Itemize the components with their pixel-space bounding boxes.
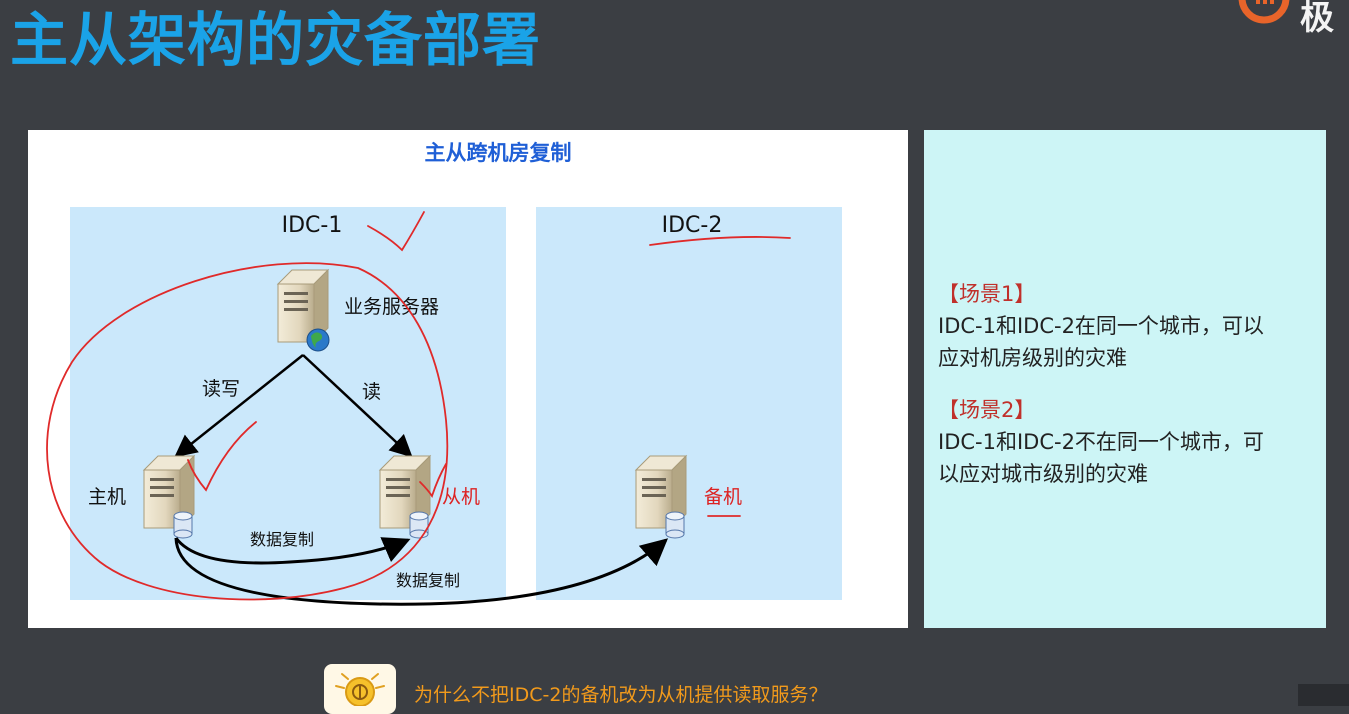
corner-block — [1298, 684, 1349, 706]
diagram-title: 主从跨机房复制 — [425, 141, 572, 165]
logo-text: 极 — [1300, 0, 1334, 38]
slave-server — [379, 455, 431, 539]
diagram-panel: 主从跨机房复制 IDC-1 IDC-2 业务服务器 读写 读 主机 从机 备机 … — [28, 130, 908, 628]
scene-1-line-2: 应对机房级别的灾难 — [938, 346, 1127, 370]
app-server-label: 业务服务器 — [344, 296, 439, 318]
idc1-label: IDC-1 — [282, 213, 343, 238]
replication-diagram: 主从跨机房复制 IDC-1 IDC-2 业务服务器 读写 读 主机 从机 备机 … — [46, 141, 842, 606]
lightbulb-icon — [324, 664, 396, 714]
backup-server — [635, 455, 687, 539]
scene-1-line-1: IDC-1和IDC-2在同一个城市，可以 — [938, 314, 1264, 338]
replication-label-1: 数据复制 — [250, 530, 314, 549]
scene-2: 【场景2】 IDC-1和IDC-2不在同一个城市，可 以应对城市级别的灾难 — [938, 394, 1318, 490]
logo-icon — [1238, 0, 1290, 24]
read-write-label: 读写 — [202, 378, 240, 400]
question-text: 为什么不把IDC-2的备机改为从机提供读取服务？ — [414, 684, 828, 706]
backup-label: 备机 — [704, 486, 742, 508]
scene-2-line-1: IDC-1和IDC-2不在同一个城市，可 — [938, 430, 1264, 454]
page-title: 主从架构的灾备部署 — [10, 6, 542, 74]
database-icon — [173, 511, 193, 539]
replication-label-2: 数据复制 — [396, 571, 460, 590]
database-icon — [665, 511, 685, 539]
scene-2-line-2: 以应对城市级别的灾难 — [938, 462, 1148, 486]
slave-label: 从机 — [442, 486, 480, 508]
question-bar: 为什么不把IDC-2的备机改为从机提供读取服务？ — [324, 664, 1324, 714]
scene-2-title: 【场景2】 — [938, 398, 1036, 422]
database-icon — [409, 511, 429, 539]
scene-1: 【场景1】 IDC-1和IDC-2在同一个城市，可以 应对机房级别的灾难 — [938, 278, 1318, 374]
scene-1-title: 【场景1】 — [938, 282, 1036, 306]
read-label: 读 — [362, 381, 381, 403]
master-server — [143, 455, 195, 539]
idc2-label: IDC-2 — [662, 213, 723, 238]
idc2-region — [536, 207, 842, 600]
notes-panel: 【场景1】 IDC-1和IDC-2在同一个城市，可以 应对机房级别的灾难 【场景… — [924, 130, 1326, 628]
master-label: 主机 — [88, 486, 126, 508]
app-server — [277, 269, 330, 352]
globe-icon — [306, 328, 330, 352]
